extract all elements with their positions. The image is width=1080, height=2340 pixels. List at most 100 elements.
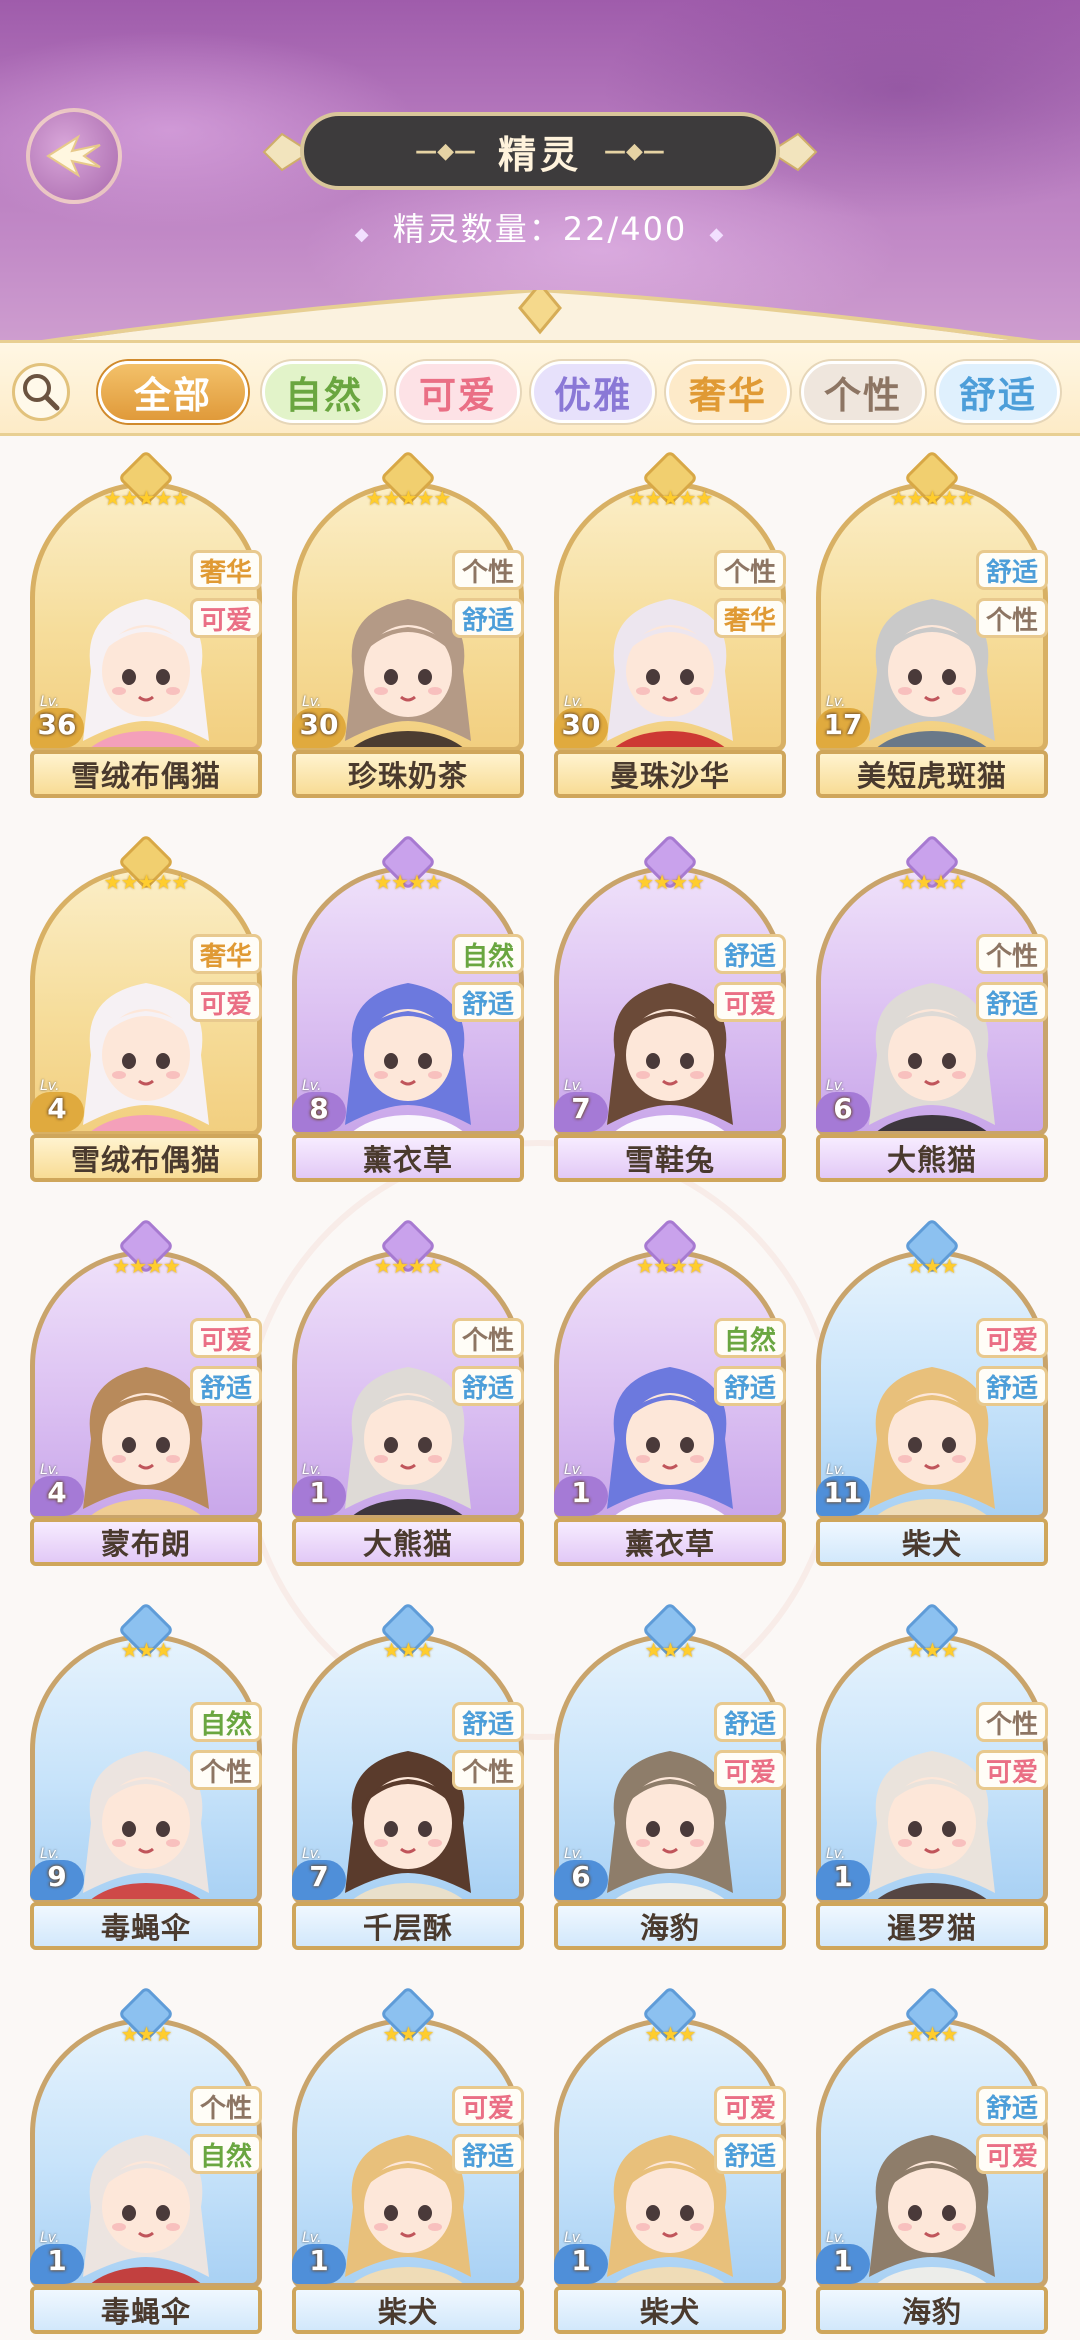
spirit-card[interactable]: ★★★★ 个性 舒适 Lv. 1 大熊猫: [292, 1217, 524, 1566]
trait-tag: 舒适: [452, 1366, 524, 1406]
back-arrow-icon: [46, 134, 101, 178]
spirit-card[interactable]: ★★★ 舒适 可爱 Lv. 1 海豹: [816, 1985, 1048, 2334]
spirit-card[interactable]: ★★★ 可爱 舒适 Lv. 1 柴犬: [292, 1985, 524, 2334]
level-badge: Lv. 7: [554, 1078, 608, 1134]
spirit-card[interactable]: ★★★★ 个性 舒适 Lv. 6 大熊猫: [816, 833, 1048, 1182]
spirit-name: 毒蝇伞: [30, 2286, 262, 2334]
trait-tag: 舒适: [714, 934, 786, 974]
level-value: 1: [309, 1476, 329, 1509]
spirit-card[interactable]: ★★★★★ 奢华 可爱 Lv. 36 雪绒布偶猫: [30, 449, 262, 798]
filter-chip-5[interactable]: 个性: [801, 361, 925, 423]
level-value: 7: [309, 1860, 329, 1893]
trait-tag: 舒适: [976, 982, 1048, 1022]
level-badge: Lv. 36: [30, 694, 84, 750]
trait-tag: 可爱: [452, 2086, 524, 2126]
trait-tag: 可爱: [190, 982, 262, 1022]
spirit-card[interactable]: ★★★ 个性 自然 Lv. 1 毒蝇伞: [30, 1985, 262, 2334]
search-button[interactable]: [12, 363, 70, 421]
level-badge: Lv. 4: [30, 1462, 84, 1518]
star-rating: ★★★★: [636, 1254, 705, 1278]
filter-chip-3[interactable]: 优雅: [531, 361, 655, 423]
spirit-card[interactable]: ★★★★★ 舒适 个性 Lv. 17 美短虎斑猫: [816, 449, 1048, 798]
star-rating: ★★★: [906, 1254, 959, 1278]
spirit-name: 柴犬: [554, 2286, 786, 2334]
filter-chip-1[interactable]: 自然: [262, 361, 386, 423]
filter-chip-0[interactable]: 全部: [98, 361, 248, 423]
spirit-name: 薰衣草: [554, 1518, 786, 1566]
star-rating: ★★★★★: [627, 486, 714, 510]
spirit-card[interactable]: ★★★ 舒适 个性 Lv. 7 千层酥: [292, 1601, 524, 1950]
spirit-name: 雪鞋兔: [554, 1134, 786, 1182]
spirit-name: 柴犬: [816, 1518, 1048, 1566]
spirit-card[interactable]: ★★★★ 自然 舒适 Lv. 8 薰衣草: [292, 833, 524, 1182]
level-value: 7: [571, 1092, 591, 1125]
trait-tag: 可爱: [976, 1318, 1048, 1358]
level-badge: Lv. 6: [816, 1078, 870, 1134]
trait-tag: 奢华: [714, 598, 786, 638]
spirit-name: 暹罗猫: [816, 1902, 1048, 1950]
spirit-name: 大熊猫: [816, 1134, 1048, 1182]
spirit-name: 曼珠沙华: [554, 750, 786, 798]
spirit-card[interactable]: ★★★★★ 个性 舒适 Lv. 30 珍珠奶茶: [292, 449, 524, 798]
star-rating: ★★★★: [374, 1254, 443, 1278]
star-rating: ★★★: [644, 2022, 697, 2046]
trait-tag: 自然: [190, 1702, 262, 1742]
level-value: 8: [309, 1092, 329, 1125]
count-decoration-left: ◆: [354, 224, 371, 245]
filter-chip-6[interactable]: 舒适: [936, 361, 1060, 423]
level-value: 30: [299, 708, 339, 741]
spirit-name: 蒙布朗: [30, 1518, 262, 1566]
trait-tag: 可爱: [714, 982, 786, 1022]
trait-tag: 个性: [452, 1318, 524, 1358]
title-decoration-left: —◆—: [415, 138, 476, 164]
trait-tag: 舒适: [714, 2134, 786, 2174]
star-rating: ★★★: [644, 1638, 697, 1662]
level-badge: Lv. 9: [30, 1846, 84, 1902]
spirit-card[interactable]: ★★★★ 自然 舒适 Lv. 1 薰衣草: [554, 1217, 786, 1566]
level-value: 4: [47, 1476, 67, 1509]
level-badge: Lv. 4: [30, 1078, 84, 1134]
spirit-card[interactable]: ★★★★★ 奢华 可爱 Lv. 4 雪绒布偶猫: [30, 833, 262, 1182]
level-value: 30: [561, 708, 601, 741]
trait-tag: 个性: [452, 1750, 524, 1790]
title-decoration-right: —◆—: [604, 138, 665, 164]
filter-chip-2[interactable]: 可爱: [396, 361, 520, 423]
level-badge: Lv. 30: [554, 694, 608, 750]
search-icon: [23, 374, 60, 411]
spirit-card[interactable]: ★★★ 可爱 舒适 Lv. 1 柴犬: [554, 1985, 786, 2334]
star-rating: ★★★★: [112, 1254, 181, 1278]
level-value: 17: [823, 708, 863, 741]
trait-tag: 舒适: [976, 2086, 1048, 2126]
spirit-card[interactable]: ★★★ 可爱 舒适 Lv. 11 柴犬: [816, 1217, 1048, 1566]
trait-tag: 个性: [190, 2086, 262, 2126]
spirit-card[interactable]: ★★★★★ 个性 奢华 Lv. 30 曼珠沙华: [554, 449, 786, 798]
spirit-card[interactable]: ★★★ 舒适 可爱 Lv. 6 海豹: [554, 1601, 786, 1950]
star-rating: ★★★: [382, 1638, 435, 1662]
trait-tag: 个性: [976, 598, 1048, 638]
level-value: 1: [571, 1476, 591, 1509]
spirit-name: 薰衣草: [292, 1134, 524, 1182]
star-rating: ★★★: [120, 2022, 173, 2046]
star-rating: ★★★★★: [889, 486, 976, 510]
level-badge: Lv. 1: [816, 2230, 870, 2286]
trait-tag: 舒适: [452, 1702, 524, 1742]
spirit-card[interactable]: ★★★ 自然 个性 Lv. 9 毒蝇伞: [30, 1601, 262, 1950]
trait-tag: 个性: [452, 550, 524, 590]
page-title: 精灵: [497, 132, 582, 177]
page-title-bar: —◆— 精灵 —◆—: [300, 112, 780, 190]
level-value: 1: [833, 1860, 853, 1893]
star-rating: ★★★★: [636, 870, 705, 894]
level-value: 6: [571, 1860, 591, 1893]
spirit-card[interactable]: ★★★★ 可爱 舒适 Lv. 4 蒙布朗: [30, 1217, 262, 1566]
trait-tag: 舒适: [452, 982, 524, 1022]
star-rating: ★★★★★: [103, 486, 190, 510]
spirit-card[interactable]: ★★★ 个性 可爱 Lv. 1 暹罗猫: [816, 1601, 1048, 1950]
level-value: 4: [47, 1092, 67, 1125]
filter-chip-4[interactable]: 奢华: [666, 361, 790, 423]
back-button[interactable]: [26, 108, 122, 204]
trait-tag: 舒适: [452, 598, 524, 638]
level-badge: Lv. 1: [816, 1846, 870, 1902]
spirit-card[interactable]: ★★★★ 舒适可爱 Lv. 7 雪鞋兔: [554, 833, 786, 1182]
level-value: 36: [37, 708, 77, 741]
trait-tag: 舒适: [714, 1702, 786, 1742]
